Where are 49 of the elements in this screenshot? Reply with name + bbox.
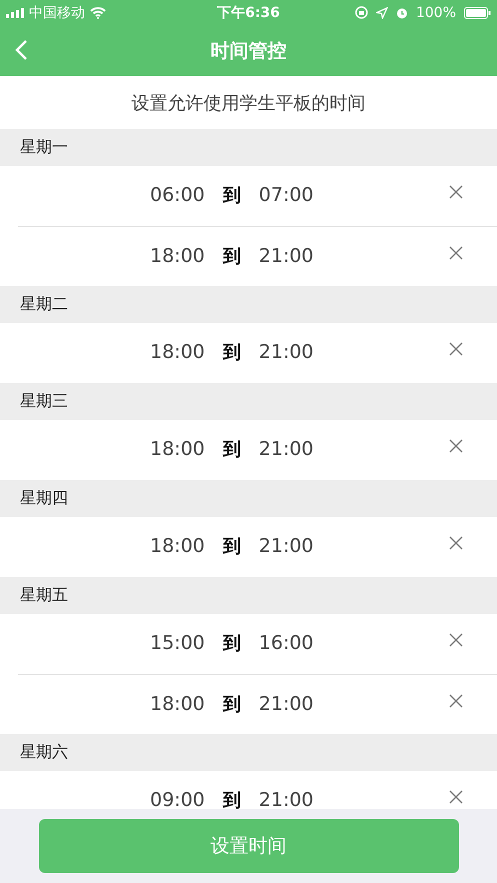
instruction-text: 设置允许使用学生平板的时间 — [132, 92, 366, 114]
range-separator: 到 — [222, 696, 241, 714]
delete-button[interactable] — [448, 693, 464, 709]
start-time[interactable]: 15:00 — [150, 634, 205, 653]
range-separator: 到 — [222, 440, 241, 458]
carrier-name: 中国移动 — [29, 4, 85, 22]
end-time[interactable]: 07:00 — [258, 186, 314, 205]
delete-button[interactable] — [448, 632, 464, 648]
range-separator: 到 — [222, 344, 241, 362]
start-time[interactable]: 18:00 — [150, 695, 205, 714]
range-separator: 到 — [222, 634, 241, 652]
rotation-lock-icon — [354, 6, 368, 19]
delete-button[interactable] — [448, 438, 464, 454]
delete-button[interactable] — [448, 245, 464, 261]
start-time[interactable]: 18:00 — [150, 537, 205, 556]
day-header: 星期三 — [20, 391, 68, 412]
end-time[interactable]: 21:00 — [258, 791, 314, 809]
start-time[interactable]: 06:00 — [150, 186, 205, 205]
delete-button[interactable] — [448, 184, 464, 200]
location-icon — [376, 6, 388, 18]
wifi-icon — [90, 6, 106, 18]
end-time[interactable]: 21:00 — [258, 440, 314, 459]
range-separator: 到 — [222, 248, 241, 266]
signal-icon — [6, 8, 24, 18]
end-time[interactable]: 21:00 — [258, 343, 314, 362]
day-header: 星期六 — [20, 742, 68, 763]
delete-button[interactable] — [448, 789, 464, 805]
range-separator: 到 — [222, 792, 241, 809]
range-separator: 到 — [222, 186, 241, 204]
page-title: 时间管控 — [210, 38, 286, 64]
end-time[interactable]: 21:00 — [258, 247, 314, 266]
start-time[interactable]: 18:00 — [150, 247, 205, 266]
day-header: 星期四 — [20, 488, 68, 509]
end-time[interactable]: 21:00 — [258, 695, 314, 714]
range-separator: 到 — [222, 538, 241, 556]
battery-percent: 100% — [416, 4, 456, 20]
start-time[interactable]: 09:00 — [150, 791, 205, 809]
delete-button[interactable] — [448, 535, 464, 551]
delete-button[interactable] — [448, 341, 464, 357]
end-time[interactable]: 16:00 — [258, 634, 314, 653]
alarm-icon — [396, 6, 408, 18]
end-time[interactable]: 21:00 — [258, 537, 314, 556]
start-time[interactable]: 18:00 — [150, 343, 205, 362]
day-header: 星期二 — [20, 294, 68, 315]
day-header: 星期一 — [20, 137, 68, 158]
start-time[interactable]: 18:00 — [150, 440, 205, 459]
battery-icon — [464, 6, 492, 18]
day-header: 星期五 — [20, 585, 68, 606]
clock-time: 下午6:36 — [217, 4, 280, 22]
